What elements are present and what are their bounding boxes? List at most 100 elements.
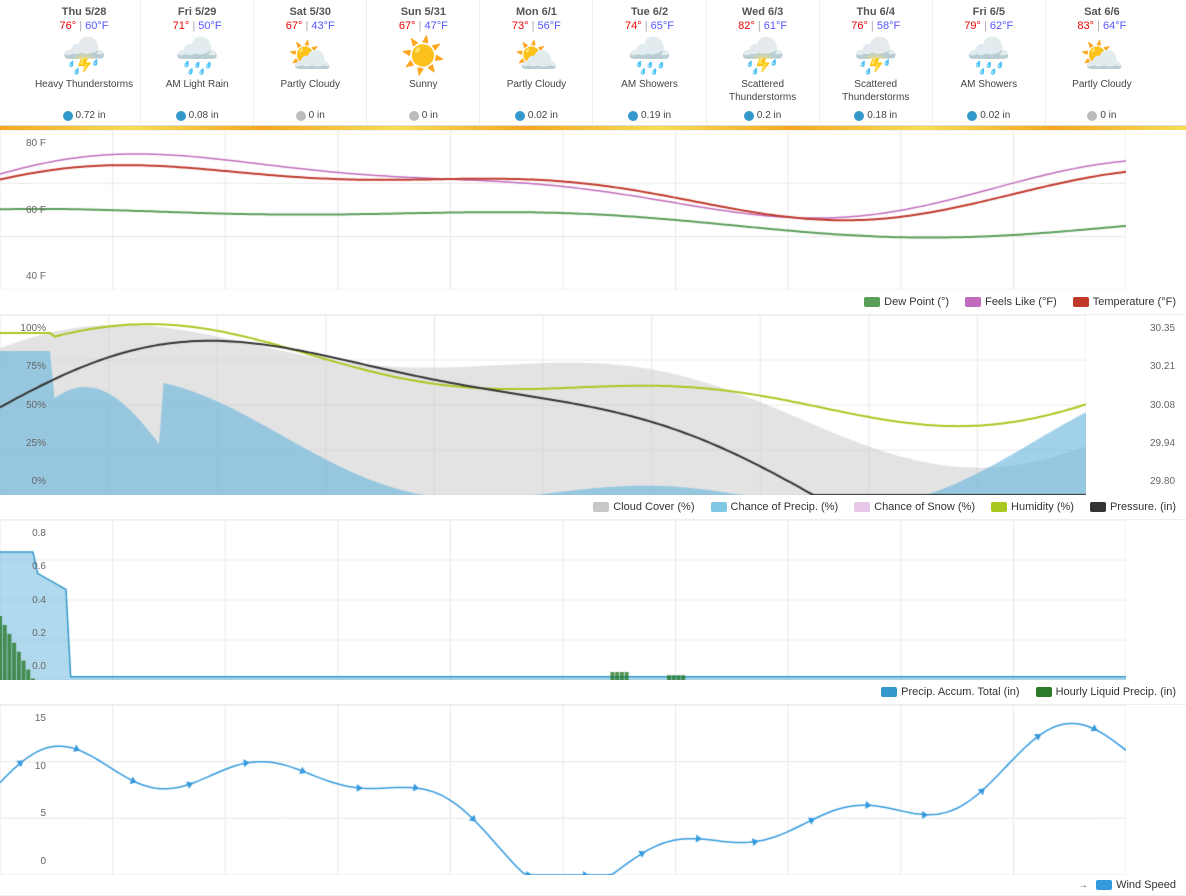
precip-dot: [1087, 111, 1097, 121]
precip-value: 0.08 in: [189, 110, 219, 121]
precip-dot: [967, 111, 977, 121]
day-col-wed-63: Wed 6/3 82° | 61°F ⛈️ Scattered Thunders…: [707, 0, 820, 125]
temp-low: 56°F: [538, 20, 561, 32]
legend-label: Humidity (%): [1011, 501, 1074, 513]
precip-canvas: [0, 315, 1086, 495]
temp-high: 76°: [60, 20, 77, 32]
precip-dot: [515, 111, 525, 121]
day-icon: 🌧️: [966, 38, 1011, 74]
day-icon: ⛅: [288, 38, 333, 74]
temp-low: 60°F: [85, 20, 108, 32]
precip-value: 0 in: [1100, 110, 1116, 121]
legend-item: Precip. Accum. Total (in): [881, 686, 1019, 698]
day-icon: ⛅: [1079, 38, 1124, 74]
precip-value: 0 in: [422, 110, 438, 121]
legend-swatch: [864, 297, 880, 307]
temp-y-axis: 80 F 60 F 40 F: [0, 130, 50, 290]
day-name: Fri 6/5: [973, 6, 1005, 18]
temp-low: 65°F: [651, 20, 674, 32]
day-temps: 67° | 43°F: [286, 20, 335, 32]
day-temps: 76° | 60°F: [60, 20, 109, 32]
day-precip: 0.02 in: [967, 110, 1010, 121]
legend-item: Cloud Cover (%): [593, 501, 694, 513]
temp-chart-section: 80 F 60 F 40 F Dew Point (°) Feels Like (…: [0, 130, 1186, 315]
precip-value: 0.02 in: [528, 110, 558, 121]
precip-y-axis-right: 30.35 30.21 30.08 29.94 29.80: [1146, 315, 1186, 495]
precip-dot: [744, 111, 754, 121]
legend-label: Pressure. (in): [1110, 501, 1176, 513]
day-icon: ⛅: [514, 38, 559, 74]
accum-y-axis: 0.8 0.6 0.4 0.2 0.0: [0, 520, 50, 680]
accum-chart-section: 0.8 0.6 0.4 0.2 0.0 Precip. Accum. Total…: [0, 520, 1186, 705]
legend-label: Precip. Accum. Total (in): [901, 686, 1019, 698]
legend-label: Cloud Cover (%): [613, 501, 694, 513]
legend-swatch: [965, 297, 981, 307]
next-arrow[interactable]: [1158, 0, 1186, 125]
legend-label: Chance of Snow (%): [874, 501, 975, 513]
weather-container: Thu 5/28 76° | 60°F ⛈️ Heavy Thunderstor…: [0, 0, 1186, 896]
legend-label: Chance of Precip. (%): [731, 501, 839, 513]
temp-low: 62°F: [990, 20, 1013, 32]
legend-item: Pressure. (in): [1090, 501, 1176, 513]
day-name: Thu 5/28: [62, 6, 107, 18]
day-precip: 0.72 in: [63, 110, 106, 121]
prev-arrow[interactable]: [0, 0, 28, 125]
wind-legend: Wind Speed: [1096, 879, 1176, 891]
precip-y-axis: 100% 75% 50% 25% 0%: [0, 315, 50, 495]
day-col-sat-66: Sat 6/6 83° | 64°F ⛅ Partly Cloudy 0 in: [1046, 0, 1158, 125]
temp-high: 79°: [964, 20, 981, 32]
day-icon: 🌧️: [175, 38, 220, 74]
temp-low: 50°F: [198, 20, 221, 32]
day-name: Sun 5/31: [401, 6, 446, 18]
day-col-thu-64: Thu 6/4 76° | 58°F ⛈️ Scattered Thunders…: [820, 0, 933, 125]
days-wrapper: Thu 5/28 76° | 60°F ⛈️ Heavy Thunderstor…: [28, 0, 1158, 125]
day-col-thu-528: Thu 5/28 76° | 60°F ⛈️ Heavy Thunderstor…: [28, 0, 141, 125]
day-precip: 0.08 in: [176, 110, 219, 121]
accum-legend: Precip. Accum. Total (in) Hourly Liquid P…: [0, 680, 1186, 704]
day-name: Sat 6/6: [1084, 6, 1119, 18]
day-icon: ⛈️: [853, 38, 898, 74]
legend-item: Humidity (%): [991, 501, 1074, 513]
day-desc: Partly Cloudy: [507, 78, 566, 106]
precip-value: 0.72 in: [76, 110, 106, 121]
day-col-fri-65: Fri 6/5 79° | 62°F 🌧️ AM Showers 0.02 in: [933, 0, 1046, 125]
day-precip: 0.19 in: [628, 110, 671, 121]
day-name: Mon 6/1: [516, 6, 557, 18]
day-temps: 76° | 58°F: [851, 20, 900, 32]
precip-value: 0.19 in: [641, 110, 671, 121]
day-precip: 0 in: [409, 110, 438, 121]
precip-dot: [628, 111, 638, 121]
legend-swatch: [991, 502, 1007, 512]
day-desc: Scattered Thunderstorms: [709, 78, 817, 106]
legend-label: Feels Like (°F): [985, 296, 1057, 308]
day-precip: 0.02 in: [515, 110, 558, 121]
day-col-tue-62: Tue 6/2 74° | 65°F 🌧️ AM Showers 0.19 in: [593, 0, 706, 125]
legend-item: Chance of Precip. (%): [711, 501, 839, 513]
day-desc: Partly Cloudy: [281, 78, 340, 106]
temp-low: 61°F: [764, 20, 787, 32]
legend-item: Feels Like (°F): [965, 296, 1057, 308]
day-desc: AM Showers: [621, 78, 678, 106]
day-precip: 0 in: [296, 110, 325, 121]
precip-dot: [176, 111, 186, 121]
wind-y-axis: 15 10 5 0: [0, 705, 50, 875]
wind-chart-section: 15 10 5 0 → Wind Speed: [0, 705, 1186, 896]
legend-label: Hourly Liquid Precip. (in): [1056, 686, 1176, 698]
precip-dot: [296, 111, 306, 121]
day-temps: 83° | 64°F: [1077, 20, 1126, 32]
day-name: Tue 6/2: [631, 6, 668, 18]
temp-high: 82°: [738, 20, 755, 32]
temp-low: 47°F: [424, 20, 447, 32]
day-icon: ⛈️: [740, 38, 785, 74]
legend-swatch: [1036, 687, 1052, 697]
temp-high: 67°: [286, 20, 303, 32]
legend-swatch: [1073, 297, 1089, 307]
temp-legend: Dew Point (°)Feels Like (°F)Temperature …: [0, 290, 1186, 314]
day-desc: Heavy Thunderstorms: [35, 78, 133, 106]
precip-dot: [854, 111, 864, 121]
temp-high: 74°: [625, 20, 642, 32]
legend-item: Dew Point (°): [864, 296, 949, 308]
legend-swatch: [593, 502, 609, 512]
day-temps: 74° | 65°F: [625, 20, 674, 32]
accum-canvas: [0, 520, 1126, 680]
